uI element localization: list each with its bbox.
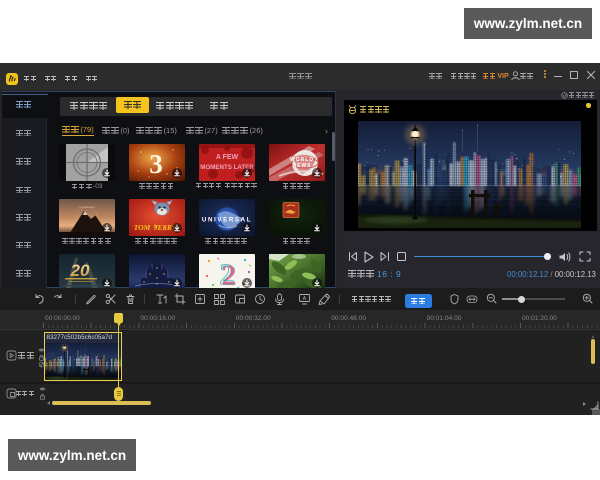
svg-text:3: 3: [149, 149, 163, 179]
svg-text:A FEW: A FEW: [216, 154, 239, 161]
svg-text:TOM: TOM: [134, 223, 151, 232]
svg-text:NEWS: NEWS: [293, 163, 312, 169]
svg-text:20: 20: [70, 261, 90, 280]
svg-text:Paramount: Paramount: [79, 205, 94, 209]
svg-text:A: A: [303, 296, 307, 302]
svg-text:2: 2: [220, 258, 235, 291]
